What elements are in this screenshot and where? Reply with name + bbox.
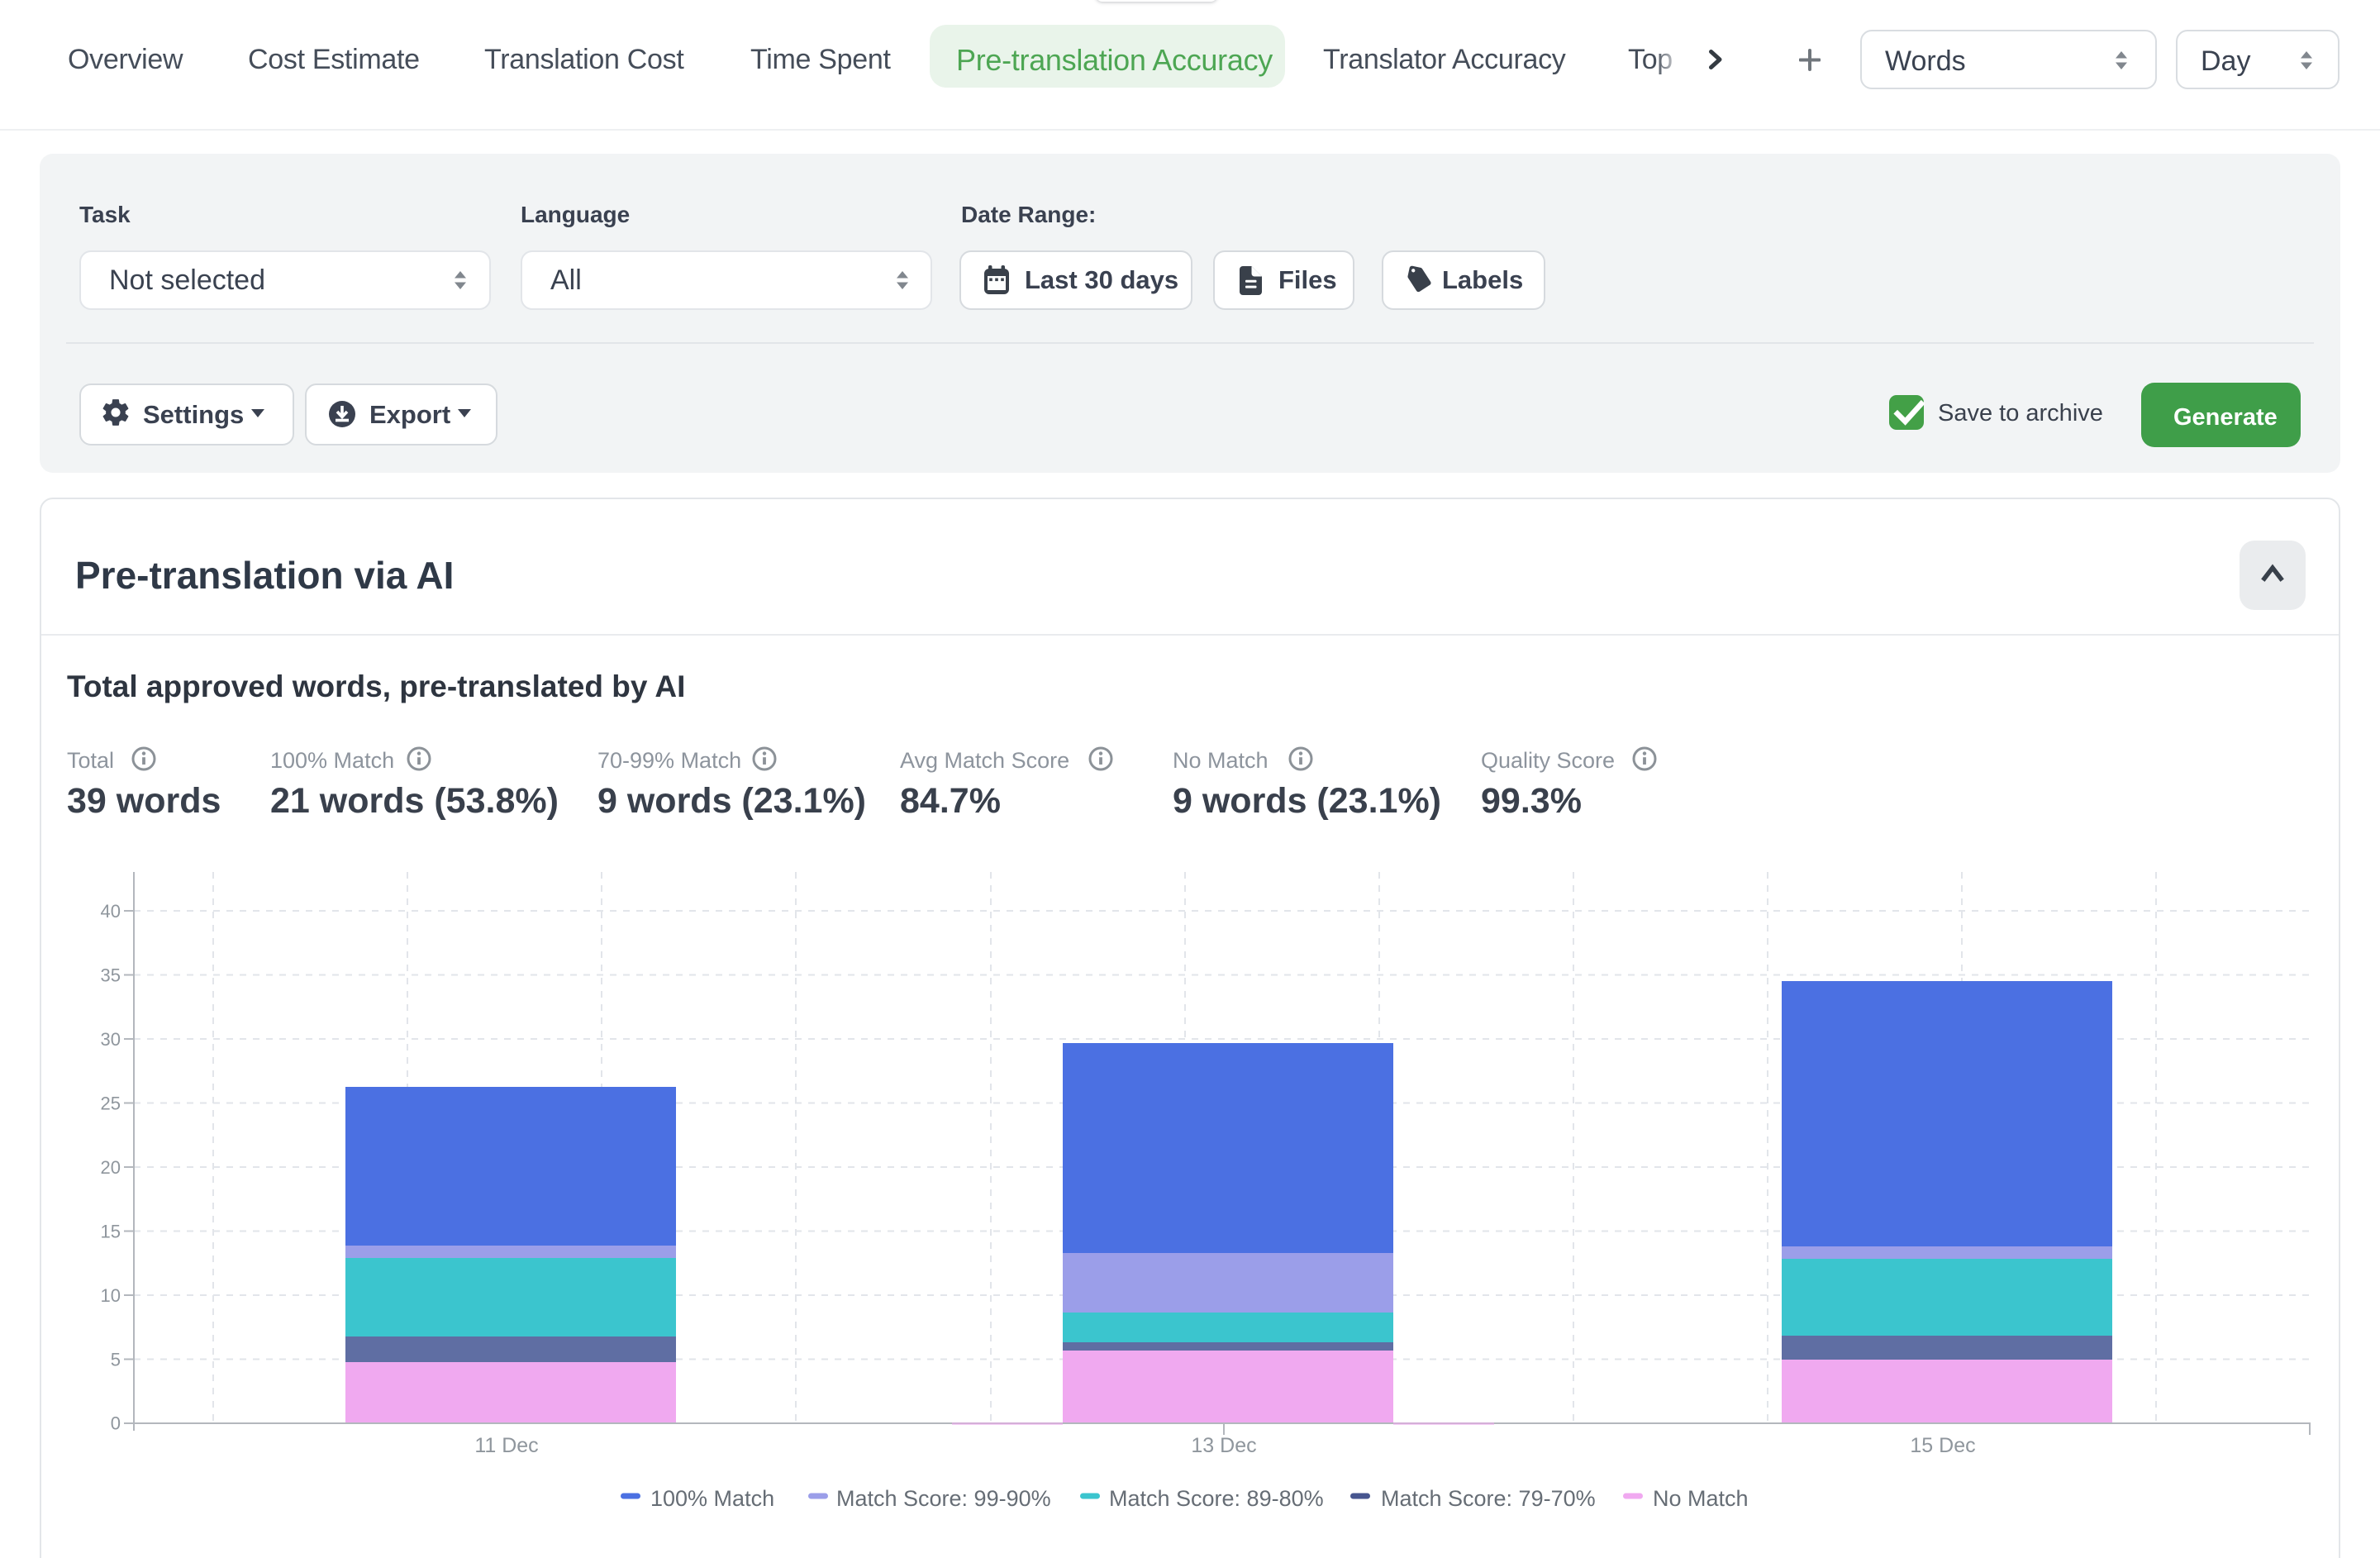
svg-text:Match Score: 89-80%: Match Score: 89-80% — [1109, 1486, 1324, 1511]
svg-text:30: 30 — [101, 1029, 121, 1050]
svg-text:Match Score: 99-90%: Match Score: 99-90% — [836, 1486, 1051, 1511]
svg-text:100% Match: 100% Match — [650, 1486, 774, 1511]
svg-text:20: 20 — [101, 1157, 121, 1178]
svg-text:0: 0 — [111, 1413, 121, 1434]
svg-text:13 Dec: 13 Dec — [1191, 1434, 1256, 1457]
svg-text:15 Dec: 15 Dec — [1910, 1434, 1975, 1457]
svg-text:35: 35 — [101, 965, 121, 986]
svg-text:No Match: No Match — [1653, 1486, 1749, 1511]
svg-text:10: 10 — [101, 1285, 121, 1306]
svg-text:25: 25 — [101, 1093, 121, 1114]
svg-text:5: 5 — [111, 1350, 121, 1370]
svg-text:15: 15 — [101, 1222, 121, 1242]
svg-text:40: 40 — [101, 901, 121, 922]
svg-text:11 Dec: 11 Dec — [474, 1434, 538, 1457]
svg-text:Match Score: 79-70%: Match Score: 79-70% — [1381, 1486, 1596, 1511]
